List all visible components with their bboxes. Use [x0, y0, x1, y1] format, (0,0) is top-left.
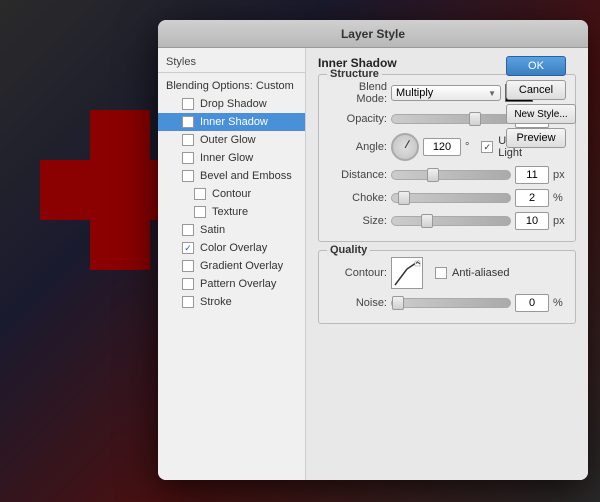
noise-thumb[interactable] — [392, 296, 404, 310]
opacity-label: Opacity: — [327, 113, 387, 125]
bevel-emboss-checkbox[interactable] — [182, 170, 194, 182]
sidebar-item-contour[interactable]: Contour — [158, 185, 305, 203]
quality-label: Quality — [327, 244, 370, 256]
sidebar-item-stroke[interactable]: Stroke — [158, 293, 305, 311]
bevel-emboss-label: Bevel and Emboss — [200, 170, 292, 182]
cross-vertical — [90, 110, 150, 270]
outer-glow-checkbox[interactable] — [182, 134, 194, 146]
cancel-button[interactable]: Cancel — [506, 80, 566, 100]
noise-slider[interactable] — [391, 298, 511, 308]
stroke-checkbox[interactable] — [182, 296, 194, 308]
choke-row: Choke: % — [327, 189, 567, 207]
anti-aliased-checkbox[interactable] — [435, 267, 447, 279]
angle-input[interactable] — [423, 138, 461, 156]
choke-unit: % — [553, 192, 567, 204]
choke-slider[interactable] — [391, 193, 511, 203]
opacity-slider[interactable] — [391, 114, 511, 124]
sidebar-item-gradient-overlay[interactable]: Gradient Overlay — [158, 257, 305, 275]
inner-glow-label: Inner Glow — [200, 152, 253, 164]
satin-label: Satin — [200, 224, 225, 236]
texture-label: Texture — [212, 206, 248, 218]
sidebar-item-drop-shadow[interactable]: Drop Shadow — [158, 95, 305, 113]
structure-label: Structure — [327, 68, 382, 80]
anti-aliased-text: Anti-aliased — [452, 267, 509, 279]
contour-preview[interactable] — [391, 257, 423, 289]
noise-input[interactable] — [515, 294, 549, 312]
blend-mode-dropdown[interactable]: Multiply ▼ — [391, 85, 501, 101]
dialog-body: Styles Blending Options: Custom Drop Sha… — [158, 48, 588, 480]
new-style-button[interactable]: New Style... — [506, 104, 576, 124]
blend-mode-label: Blend Mode: — [327, 81, 387, 105]
size-row: Size: px — [327, 212, 567, 230]
texture-checkbox[interactable] — [194, 206, 206, 218]
sidebar-item-outer-glow[interactable]: Outer Glow — [158, 131, 305, 149]
color-overlay-checkbox[interactable] — [182, 242, 194, 254]
contour-row: Contour: Anti-aliased — [327, 257, 567, 289]
distance-row: Distance: px — [327, 166, 567, 184]
gradient-overlay-label: Gradient Overlay — [200, 260, 283, 272]
size-label: Size: — [327, 215, 387, 227]
sidebar-item-color-overlay[interactable]: Color Overlay — [158, 239, 305, 257]
sidebar-item-inner-glow[interactable]: Inner Glow — [158, 149, 305, 167]
satin-checkbox[interactable] — [182, 224, 194, 236]
blend-mode-value: Multiply — [396, 87, 433, 99]
styles-header: Styles — [158, 52, 305, 70]
anti-aliased-label[interactable]: Anti-aliased — [435, 267, 509, 279]
quality-group: Quality Contour: Anti-aliased — [318, 250, 576, 324]
contour-label: Contour: — [327, 267, 387, 279]
color-overlay-label: Color Overlay — [200, 242, 267, 254]
angle-dial[interactable] — [391, 133, 419, 161]
angle-line — [405, 140, 410, 148]
size-input[interactable] — [515, 212, 549, 230]
sidebar-item-texture[interactable]: Texture — [158, 203, 305, 221]
drop-shadow-checkbox[interactable] — [182, 98, 194, 110]
left-panel: Styles Blending Options: Custom Drop Sha… — [158, 48, 306, 480]
sidebar-item-blending[interactable]: Blending Options: Custom — [158, 77, 305, 95]
distance-input[interactable] — [515, 166, 549, 184]
choke-thumb[interactable] — [398, 191, 410, 205]
noise-row: Noise: % — [327, 294, 567, 312]
distance-slider[interactable] — [391, 170, 511, 180]
dialog-title: Layer Style — [341, 27, 405, 41]
inner-shadow-checkbox[interactable] — [182, 116, 194, 128]
divider — [158, 72, 305, 73]
contour-label: Contour — [212, 188, 251, 200]
distance-unit: px — [553, 169, 567, 181]
noise-label: Noise: — [327, 297, 387, 309]
size-slider[interactable] — [391, 216, 511, 226]
dialog-titlebar: Layer Style — [158, 20, 588, 48]
distance-label: Distance: — [327, 169, 387, 181]
choke-label: Choke: — [327, 192, 387, 204]
angle-degree: ° — [465, 141, 477, 153]
preview-button[interactable]: Preview — [506, 128, 566, 148]
contour-checkbox[interactable] — [194, 188, 206, 200]
size-thumb[interactable] — [421, 214, 433, 228]
sidebar-item-satin[interactable]: Satin — [158, 221, 305, 239]
sidebar-item-inner-shadow[interactable]: Inner Shadow — [158, 113, 305, 131]
angle-label: Angle: — [327, 141, 387, 153]
opacity-thumb[interactable] — [469, 112, 481, 126]
size-unit: px — [553, 215, 567, 227]
right-panel: Inner Shadow Structure Blend Mode: Multi… — [306, 48, 588, 480]
gradient-overlay-checkbox[interactable] — [182, 260, 194, 272]
sidebar-item-pattern-overlay[interactable]: Pattern Overlay — [158, 275, 305, 293]
outer-glow-label: Outer Glow — [200, 134, 256, 146]
button-panel: OK Cancel New Style... Preview — [506, 56, 576, 148]
noise-unit: % — [553, 297, 567, 309]
distance-thumb[interactable] — [427, 168, 439, 182]
pattern-overlay-checkbox[interactable] — [182, 278, 194, 290]
drop-shadow-label: Drop Shadow — [200, 98, 267, 110]
stroke-label: Stroke — [200, 296, 232, 308]
inner-glow-checkbox[interactable] — [182, 152, 194, 164]
use-global-light-checkbox[interactable] — [481, 141, 493, 153]
sidebar-item-bevel-emboss[interactable]: Bevel and Emboss — [158, 167, 305, 185]
pattern-overlay-label: Pattern Overlay — [200, 278, 276, 290]
ok-button[interactable]: OK — [506, 56, 566, 76]
inner-shadow-label: Inner Shadow — [200, 116, 268, 128]
dropdown-arrow-icon: ▼ — [488, 89, 496, 98]
layer-style-dialog: Layer Style Styles Blending Options: Cus… — [158, 20, 588, 480]
choke-input[interactable] — [515, 189, 549, 207]
blending-label: Blending Options: Custom — [166, 80, 294, 92]
